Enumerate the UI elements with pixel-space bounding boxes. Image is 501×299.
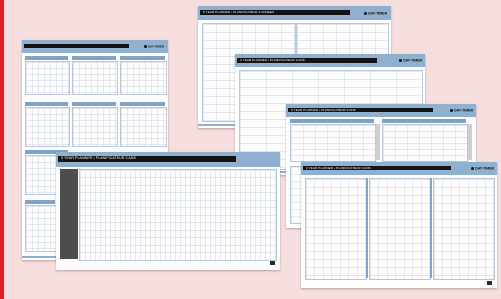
sheet-title: 3 YEAR PLANNER • PLANIFICATEUR 3 ANS (240, 58, 305, 62)
brand-logo: DAY-TIMER (471, 167, 494, 171)
month-grid (369, 178, 431, 280)
notes-column (468, 124, 472, 160)
calendar-grid (382, 124, 468, 162)
sheet-title: 3 YEAR PLANNER • PLANIFICATEUR 3 ANNEES (203, 10, 275, 14)
left-edge-strip (0, 0, 4, 299)
notes-column (376, 124, 380, 160)
month-header (25, 200, 55, 204)
month-grid (305, 178, 367, 280)
month-grid (120, 107, 167, 147)
month-grid (25, 205, 57, 252)
calendar-grid (290, 124, 376, 162)
planner-sheet-yearly: 3 YEAR PLANNER • PLANIFICATEUR 3 ANS (56, 152, 280, 270)
month-header (120, 102, 165, 106)
month-grid (433, 178, 495, 280)
month-labels-column (60, 169, 78, 259)
month-header (25, 56, 68, 60)
month-grid (25, 107, 70, 147)
month-header (72, 102, 116, 106)
month-grid (72, 107, 118, 147)
sheet-title: 3 YEAR PLANNER • PLANIFICATEUR 3 ANS (61, 156, 136, 160)
year-grid (79, 169, 277, 261)
brand-logo: DAY-TIMER (399, 59, 422, 63)
brand-logo: DAY-TIMER (364, 12, 387, 16)
month-grid (72, 61, 118, 95)
month-header (25, 102, 68, 106)
month-grid (120, 61, 167, 95)
brand-mark (487, 281, 492, 285)
brand-logo: DAY-TIMER (450, 109, 473, 113)
sheet-title: 3 YEAR PLANNER • PLANIFICATEUR 3 ANS (291, 108, 356, 112)
brand-mark (270, 261, 275, 265)
planner-sheet-right-lower: 3 YEAR PLANNER • PLANIFICATEUR 3 ANS DAY… (301, 162, 497, 288)
title-bar (24, 44, 129, 48)
month-grid (25, 61, 70, 95)
sheet-title: 3 YEAR PLANNER • PLANIFICATEUR 3 ANS (306, 166, 371, 170)
month-header (382, 119, 466, 123)
month-header (72, 56, 116, 60)
month-header (290, 119, 374, 123)
month-divider (430, 178, 432, 278)
month-header (120, 56, 165, 60)
brand-logo: DAY-TIMER (144, 45, 164, 48)
month-divider (366, 178, 368, 278)
